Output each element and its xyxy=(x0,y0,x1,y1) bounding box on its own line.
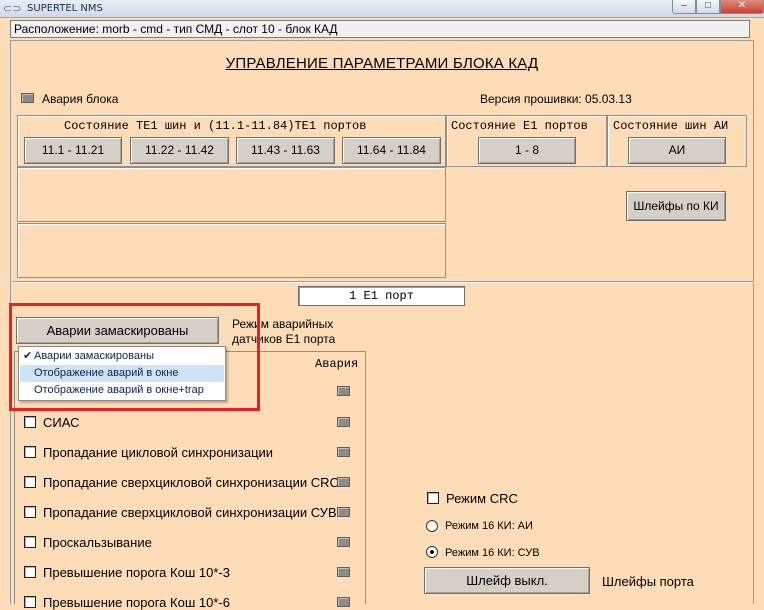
alarm-led xyxy=(337,567,350,577)
ki-loops-button[interactable]: Шлейфы по КИ xyxy=(626,191,726,221)
alarm-led xyxy=(337,477,350,487)
alarm-row-label: Превышение порога Кош 10*-6 xyxy=(43,595,230,610)
alarm-row-checkbox[interactable] xyxy=(24,446,36,458)
alarm-row-checkbox[interactable] xyxy=(24,566,36,578)
minimize-button[interactable]: ‒ xyxy=(672,0,696,14)
te1-range-button-1[interactable]: 11.1 - 11.21 xyxy=(24,137,122,164)
close-button[interactable]: ✕ xyxy=(720,0,764,14)
alarm-row-label: Пропадание сверхцикловой синхронизации С… xyxy=(43,505,337,520)
app-icon: ⊂⊃ xyxy=(3,3,22,15)
ai-group-title: Состояние шин АИ xyxy=(613,119,729,133)
radio-16ki-ai-label: Режим 16 КИ: АИ xyxy=(445,520,533,532)
alarm-row-label: Пропадание сверхцикловой синхронизации C… xyxy=(43,475,339,490)
block-alarm-indicator xyxy=(21,93,34,103)
section-divider xyxy=(12,281,754,282)
alarm-row-label: Проскальзывание xyxy=(43,535,152,550)
alarm-led xyxy=(337,537,350,547)
firmware-version: Версия прошивки: 05.03.13 xyxy=(480,92,632,106)
page-title: УПРАВЛЕНИЕ ПАРАМЕТРАМИ БЛОКА КАД xyxy=(225,55,539,72)
radio-16ki-suv-label: Режим 16 КИ: СУВ xyxy=(445,547,540,559)
alarm-row-label: Пропадание цикловой синхронизации xyxy=(43,445,274,460)
ai-bus-button[interactable]: АИ xyxy=(628,137,726,164)
alarm-column-header: Авария xyxy=(315,357,359,371)
radio-16ki-ai[interactable] xyxy=(426,520,438,532)
block-alarm-label: Авария блока xyxy=(42,92,119,106)
e1-group-title: Состояние E1 портов xyxy=(451,119,588,133)
alarm-row-checkbox[interactable] xyxy=(24,506,36,518)
title-bar xyxy=(0,0,764,18)
e1-ports-button[interactable]: 1 - 8 xyxy=(478,137,576,164)
empty-panel-2 xyxy=(17,223,446,278)
alarm-row-label: Превышение порога Кош 10*-3 xyxy=(43,565,230,580)
alarm-led xyxy=(337,597,350,607)
loop-off-button[interactable]: Шлейф выкл. xyxy=(424,567,590,594)
alarm-led xyxy=(337,507,350,517)
te1-range-button-2[interactable]: 11.22 - 11.42 xyxy=(130,137,229,164)
alarm-led xyxy=(337,447,350,457)
te1-range-button-4[interactable]: 11.64 - 11.84 xyxy=(342,137,441,164)
port-loops-label: Шлейфы порта xyxy=(602,574,694,589)
maximize-button[interactable]: □ xyxy=(696,0,720,14)
te1-group-title: Состояние TE1 шин и (11.1-11.84)TE1 порт… xyxy=(64,119,367,133)
alarm-row-label: СИАС xyxy=(43,415,80,430)
alarm-led xyxy=(337,417,350,427)
crc-mode-checkbox[interactable] xyxy=(427,492,439,504)
alarm-led xyxy=(337,386,350,396)
alarm-row-checkbox[interactable] xyxy=(24,416,36,428)
crc-mode-label: Режим CRC xyxy=(446,491,518,506)
empty-panel-1 xyxy=(17,167,446,222)
alarm-row-checkbox[interactable] xyxy=(24,476,36,488)
alarm-row-checkbox[interactable] xyxy=(24,596,36,608)
alarm-row-checkbox[interactable] xyxy=(24,536,36,548)
highlight-annotation xyxy=(9,303,260,411)
te1-range-button-3[interactable]: 11.43 - 11.63 xyxy=(236,137,335,164)
port-selector-field[interactable]: 1 E1 порт xyxy=(298,286,465,306)
radio-16ki-suv[interactable] xyxy=(426,546,438,558)
location-bar: Расположение: morb - cmd - тип СМД - сло… xyxy=(10,20,750,38)
window-title: SUPERTEL NMS xyxy=(27,3,103,14)
